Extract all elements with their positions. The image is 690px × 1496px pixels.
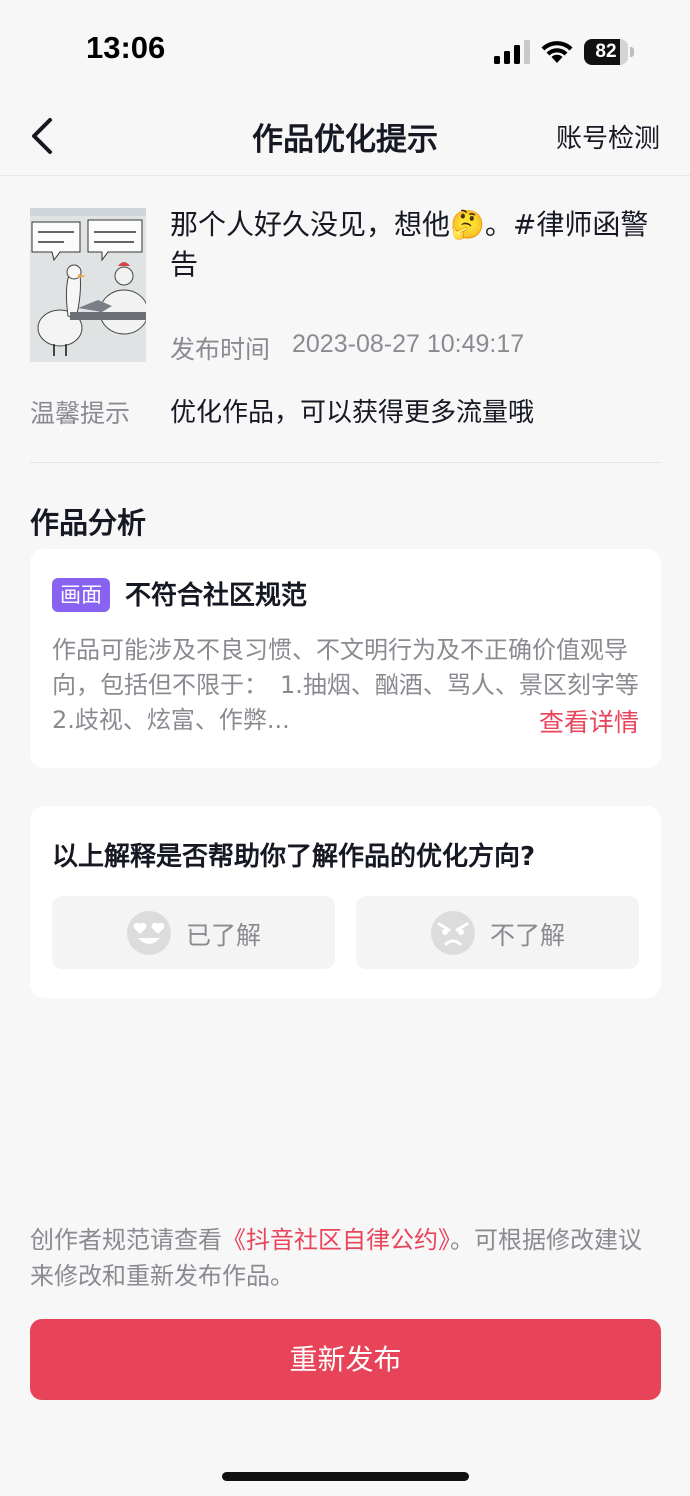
understood-button[interactable]: 已了解 [52, 896, 335, 969]
publish-time-label: 发布时间 [170, 335, 271, 364]
battery-indicator: 82 [584, 39, 634, 65]
account-check-button[interactable]: 账号检测 [556, 118, 660, 155]
heart-eyes-emoji-icon [127, 911, 171, 955]
tip-label: 温馨提示 [30, 399, 131, 428]
not-understood-label: 不了解 [490, 921, 566, 950]
understood-label: 已了解 [186, 921, 262, 950]
publish-time-value: 2023-08-27 10:49:17 [292, 330, 525, 358]
navigation-bar: 作品优化提示 账号检测 [0, 100, 690, 176]
wifi-icon [541, 41, 573, 63]
battery-cap [630, 47, 634, 57]
post-title: 那个人好久没见，想他🤔。#律师函警告 [170, 208, 649, 281]
home-indicator[interactable] [222, 1472, 469, 1481]
angry-emoji-icon [431, 911, 475, 955]
not-understood-button[interactable]: 不了解 [356, 896, 639, 969]
footer-note: 创作者规范请查看《抖音社区自律公约》。可根据修改建议来修改和重新发布作品。 [30, 1222, 662, 1294]
post-thumbnail[interactable] [30, 208, 146, 362]
status-time: 13:06 [86, 30, 166, 65]
status-bar: 13:06 82 [0, 0, 690, 100]
category-tag: 画面 [52, 578, 110, 612]
footer-note-prefix: 创作者规范请查看 [30, 1226, 222, 1254]
community-convention-link[interactable]: 《抖音社区自律公约》 [222, 1226, 450, 1254]
feedback-card: 以上解释是否帮助你了解作品的优化方向? 已了解 不了解 [30, 806, 661, 998]
republish-button[interactable]: 重新发布 [30, 1319, 661, 1400]
cellular-signal-icon [494, 40, 530, 64]
tip-value: 优化作品，可以获得更多流量哦 [170, 398, 535, 428]
analysis-card: 画面 不符合社区规范 作品可能涉及不良习惯、不文明行为及不正确价值观导向，包括但… [30, 549, 661, 768]
divider [30, 462, 661, 463]
battery-level: 82 [595, 41, 617, 62]
violation-title: 不符合社区规范 [125, 581, 308, 611]
feedback-question: 以上解释是否帮助你了解作品的优化方向? [52, 842, 536, 872]
comic-thumbnail-image [30, 208, 146, 362]
section-title-analysis: 作品分析 [30, 506, 147, 540]
view-details-link[interactable]: 查看详情 [528, 703, 639, 739]
